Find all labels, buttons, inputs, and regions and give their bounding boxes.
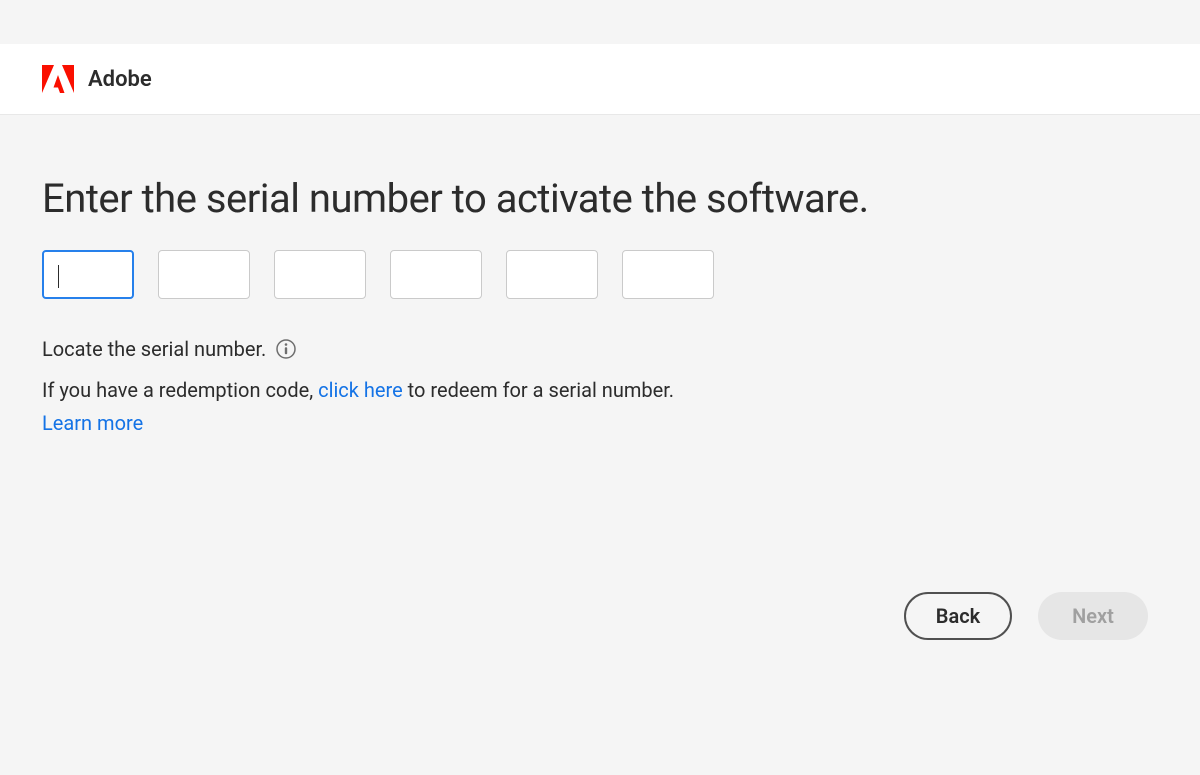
redemption-line: If you have a redemption code, click her… xyxy=(42,375,1158,405)
back-button[interactable]: Back xyxy=(904,592,1012,640)
serial-input-1[interactable] xyxy=(42,250,134,299)
info-icon[interactable] xyxy=(276,339,296,359)
brand-name: Adobe xyxy=(88,67,152,92)
redemption-prefix: If you have a redemption code, xyxy=(42,378,318,402)
header-bar: Adobe xyxy=(0,44,1200,115)
serial-input-3[interactable] xyxy=(274,250,366,299)
top-spacer xyxy=(0,0,1200,44)
adobe-logo-icon xyxy=(42,65,74,93)
button-row: Back Next xyxy=(0,592,1200,640)
serial-input-row xyxy=(42,250,1158,299)
redemption-suffix: to redeem for a serial number. xyxy=(403,378,674,402)
serial-input-4[interactable] xyxy=(390,250,482,299)
serial-input-2[interactable] xyxy=(158,250,250,299)
page-heading: Enter the serial number to activate the … xyxy=(42,175,1158,222)
locate-serial-row: Locate the serial number. xyxy=(42,337,1158,361)
next-button[interactable]: Next xyxy=(1038,592,1148,640)
logo-container: Adobe xyxy=(42,65,152,93)
locate-serial-text: Locate the serial number. xyxy=(42,337,266,361)
main-content: Enter the serial number to activate the … xyxy=(0,115,1200,435)
serial-input-6[interactable] xyxy=(622,250,714,299)
click-here-link[interactable]: click here xyxy=(318,378,403,402)
learn-more-link[interactable]: Learn more xyxy=(42,411,1158,435)
serial-input-5[interactable] xyxy=(506,250,598,299)
